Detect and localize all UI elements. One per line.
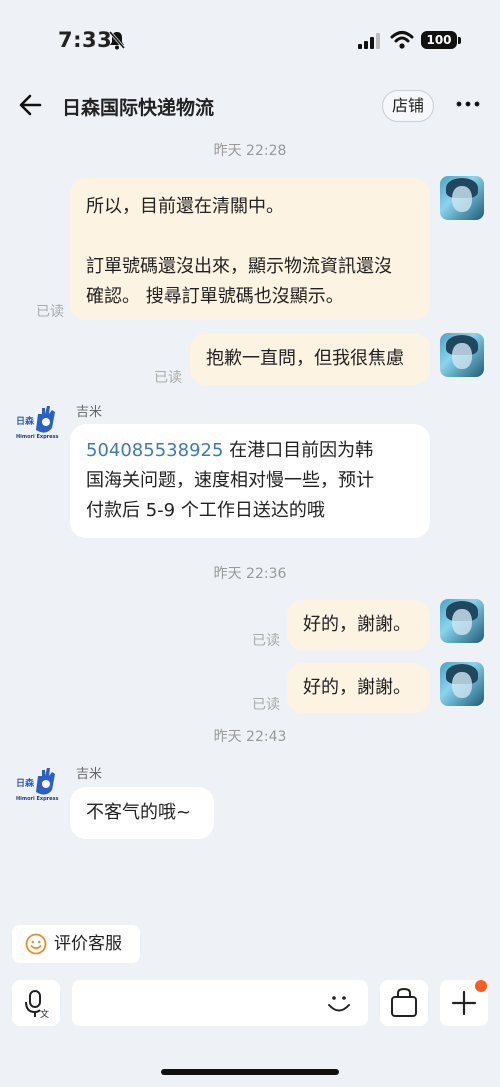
rate-service-label: 评价客服 (54, 934, 122, 954)
message-line: 確認。 搜尋訂單號碼也沒顯示。 (86, 286, 344, 307)
message-line: 504085538925 在港口目前因为韩 (86, 436, 414, 466)
message-line: 国海关问题，速度相对慢一些，预计 (86, 470, 374, 491)
message-bubble-mine[interactable]: 好的，謝謝。 (287, 600, 430, 650)
user-avatar[interactable] (440, 333, 484, 377)
read-receipt: 已读 (252, 697, 280, 713)
back-arrow-icon[interactable] (18, 92, 44, 118)
order-number-link[interactable]: 504085538925 (86, 440, 223, 461)
logo-text: 日森 (16, 777, 35, 789)
message-line-spacer (86, 222, 414, 252)
battery-indicator: 100 (421, 31, 457, 49)
message-bubble-mine[interactable]: 抱歉一直問，但我很焦慮 (190, 333, 430, 385)
bag-icon (391, 987, 417, 1017)
signal-icon (358, 33, 380, 49)
message-bubble-mine[interactable]: 好的，謝謝。 (287, 663, 430, 713)
emoji-icon[interactable] (324, 988, 354, 1018)
himori-logo-avatar[interactable]: 日森 Himori Express (14, 400, 64, 446)
user-avatar[interactable] (440, 176, 484, 220)
home-indicator[interactable] (161, 1069, 339, 1075)
logo-text: Himori Express (16, 434, 59, 440)
sender-name: 吉米 (76, 405, 103, 420)
bell-mute-icon (108, 31, 126, 50)
battery-tip (458, 37, 461, 44)
logo-text: Himori Express (16, 796, 59, 802)
message-line: 付款后 5-9 个工作日送达的哦 (86, 500, 325, 521)
timestamp: 昨天 22:43 (213, 729, 287, 745)
page-title: 日森国际快递物流 (62, 97, 215, 119)
rate-service-button[interactable]: 评价客服 (12, 925, 140, 963)
timestamp: 昨天 22:28 (213, 143, 287, 159)
more-icon[interactable] (454, 92, 482, 116)
clock: 7:33 (58, 28, 113, 52)
read-receipt: 已读 (154, 370, 182, 386)
user-avatar[interactable] (440, 599, 484, 643)
user-avatar[interactable] (440, 662, 484, 706)
message-bubble-theirs[interactable]: 504085538925 在港口目前因为韩 国海关问题，速度相对慢一些，预计 付… (70, 424, 430, 538)
sender-name: 吉米 (76, 767, 103, 782)
logo-text: 日森 (16, 415, 35, 427)
wifi-icon (390, 31, 414, 49)
read-receipt: 已读 (252, 633, 280, 649)
message-line: 訂單號碼還沒出來，顯示物流資訊還沒 (86, 256, 392, 277)
status-bar: 7:33 100 (0, 0, 500, 78)
message-bubble-mine[interactable]: 所以，目前還在清關中。 訂單號碼還沒出來，顯示物流資訊還沒 確認。 搜尋訂單號碼… (70, 178, 430, 320)
message-text: 在港口目前因为韩 (223, 440, 374, 461)
input-bar: 文 (0, 978, 500, 1028)
shopping-bag-button[interactable] (380, 980, 428, 1026)
message-line: 所以，目前還在清關中。 (86, 196, 284, 217)
notification-dot (475, 980, 487, 992)
timestamp: 昨天 22:36 (213, 566, 287, 582)
read-receipt: 已读 (36, 304, 64, 320)
smile-icon (25, 933, 47, 955)
himori-logo-avatar[interactable]: 日森 Himori Express (14, 762, 64, 808)
voice-icon: 文 (25, 990, 49, 1020)
store-button[interactable]: 店铺 (382, 90, 434, 122)
chat-header: 日森国际快递物流 店铺 (0, 78, 500, 134)
voice-button[interactable]: 文 (12, 980, 60, 1026)
svg-text:文: 文 (40, 1008, 49, 1020)
message-bubble-theirs[interactable]: 不客气的哦~ (70, 787, 214, 839)
